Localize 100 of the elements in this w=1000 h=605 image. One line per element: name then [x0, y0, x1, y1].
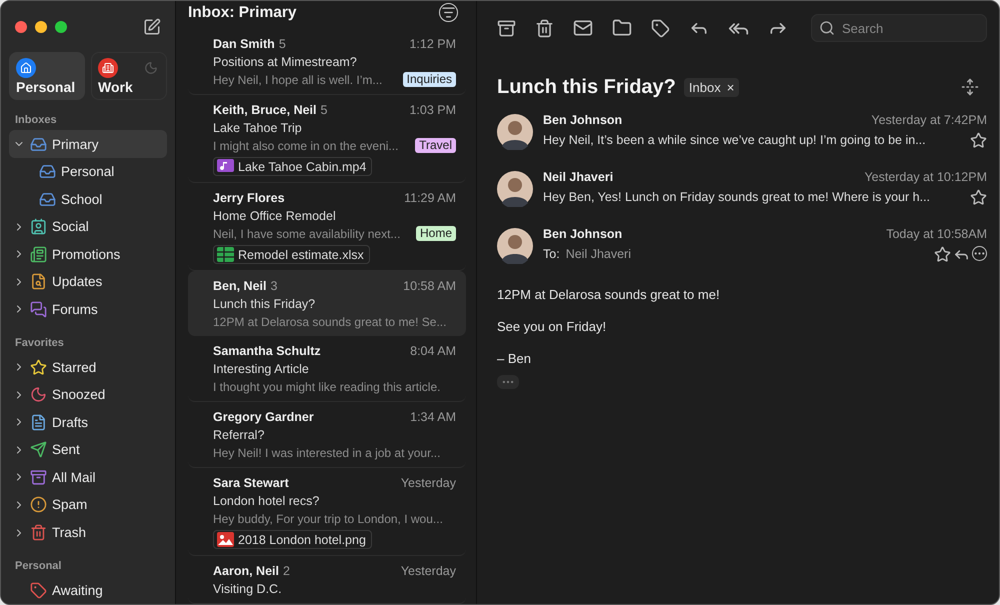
mail-row[interactable]: Dan Smith 5 1:12 PM Positions at Mimestream? Hey Neil, I hope all is well. I’m... Inquiries: [188, 29, 466, 95]
show-quoted-button[interactable]: [497, 375, 519, 389]
close-button[interactable]: [15, 20, 27, 33]
video-file-icon: [217, 159, 234, 174]
account-tab[interactable]: Work: [91, 52, 167, 100]
mail-subject: Lake Tahoe Trip: [213, 120, 302, 134]
section-heading: Personal: [14, 559, 62, 574]
sidebar-item[interactable]: Social: [9, 212, 167, 241]
mail-time: 11:29 AM: [404, 190, 456, 204]
house-icon: [16, 58, 36, 78]
mail-row[interactable]: Sara Stewart Yesterday London hotel recs? Hey buddy, For your trip to London, I wou... 2018 London hotel.png: [188, 468, 466, 556]
star-icon[interactable]: [934, 246, 951, 262]
mail-time: 1:12 PM: [409, 36, 456, 50]
filter-icon[interactable]: [439, 3, 458, 22]
to-label: To:: [543, 247, 560, 261]
mail-preview: I might also come in on the eveni...: [213, 138, 398, 152]
mail-preview: Neil, I have some availability next...: [213, 226, 400, 240]
mail-subject: Positions at Mimestream?: [213, 54, 357, 68]
sidebar-item[interactable]: Awaiting: [9, 576, 167, 604]
remove-label-button[interactable]: ×: [726, 80, 734, 94]
message-time: Yesterday at 10:12PM: [864, 170, 987, 184]
sender-name: Dan Smith 5: [213, 36, 286, 50]
zoom-button[interactable]: [55, 20, 67, 33]
folder-icon[interactable]: [612, 18, 632, 38]
mail-time: 1:34 AM: [410, 410, 456, 424]
label-chip: Inbox ×: [684, 78, 740, 96]
sidebar-item[interactable]: Snoozed: [9, 380, 167, 408]
message-preview: Hey Neil, It’s been a while since we’ve caught up! I’m going to be in...: [543, 133, 926, 147]
section-heading: Favorites: [14, 336, 65, 352]
sender-name: Ben Johnson: [543, 113, 622, 127]
sender-name: Samantha Schultz: [213, 344, 321, 358]
mail-row[interactable]: Ben, Neil 3 10:58 AM Lunch this Friday? 12PM at Delarosa sounds great to me! Se...: [188, 271, 466, 336]
sidebar-item[interactable]: Spam: [9, 491, 167, 519]
mail-tag: Travel: [415, 138, 456, 153]
mail-row[interactable]: Keith, Bruce, Neil 5 1:03 PM Lake Tahoe Trip I might also come in on the eveni... Travel Lake Tahoe Cabin.mp4: [188, 95, 466, 183]
mail-tag: Inquiries: [402, 72, 456, 87]
star-icon[interactable]: [970, 132, 987, 148]
sidebar-item[interactable]: Personal: [9, 158, 167, 186]
mail-time: Yesterday: [400, 476, 456, 490]
sidebar-item[interactable]: All Mail: [9, 464, 167, 492]
mail-time: Yesterday: [400, 564, 456, 578]
sidebar-item[interactable]: Updates: [9, 268, 167, 296]
attachment-chip[interactable]: Remodel estimate.xlsx: [213, 245, 370, 264]
mail-subject: Interesting Article: [213, 362, 309, 376]
message-text: – Ben: [497, 351, 532, 367]
minimize-button[interactable]: [35, 20, 47, 33]
sender-name: Gregory Gardner: [213, 410, 314, 424]
sidebar-item[interactable]: Sent: [9, 436, 167, 464]
message-time: Today at 10:58AM: [886, 227, 987, 241]
sidebar-item[interactable]: Starred: [9, 353, 167, 381]
mail-preview: Hey Neil, I hope all is well. I’m...: [213, 72, 382, 86]
sidebar-item[interactable]: Forums: [9, 296, 167, 324]
star-icon[interactable]: [970, 188, 987, 206]
building-icon: [98, 58, 118, 78]
avatar: [497, 114, 533, 150]
mail-subject: Visiting D.C.: [213, 582, 282, 596]
message-text: 12PM at Delarosa sounds great to me!: [497, 287, 721, 303]
mail-time: 1:03 PM: [409, 102, 456, 116]
attachment-chip[interactable]: Lake Tahoe Cabin.mp4: [213, 157, 372, 176]
account-tab[interactable]: Personal: [9, 52, 85, 100]
mail-tag: Home: [416, 226, 456, 241]
mail-row[interactable]: Aaron, Neil 2 Yesterday Visiting D.C.: [188, 556, 466, 604]
sender-name: Neil Jhaveri: [543, 170, 614, 184]
tag-icon[interactable]: [651, 18, 670, 38]
spreadsheet-icon: [217, 247, 234, 262]
sender-name: Ben, Neil 3: [213, 278, 278, 292]
sidebar-item[interactable]: Drafts: [9, 408, 167, 436]
message-preview: Hey Ben, Yes! Lunch on Friday sounds great to me! Where is your h...: [543, 190, 930, 204]
avatar: [497, 171, 533, 207]
mail-time: 8:04 AM: [410, 344, 456, 358]
mail-row[interactable]: Gregory Gardner 1:34 AM Referral? Hey Neil! I was interested in a job at your...: [188, 402, 466, 468]
email-subject: Lunch this Friday?: [497, 76, 676, 98]
sidebar-item[interactable]: School: [9, 185, 167, 213]
sender-name: Sara Stewart: [213, 476, 289, 490]
sender-name: Ben Johnson: [543, 227, 622, 241]
mail-subject: Lunch this Friday?: [213, 296, 316, 310]
section-heading: Inboxes: [14, 113, 58, 128]
sidebar-item[interactable]: Primary: [9, 130, 167, 158]
archive-icon[interactable]: [497, 18, 516, 38]
avatar: [497, 228, 533, 264]
message-text: See you on Friday!: [497, 319, 608, 335]
image-file-icon: [217, 532, 234, 547]
sender-name: Jerry Flores: [213, 190, 285, 204]
sidebar-item[interactable]: Promotions: [9, 240, 167, 268]
envelope-icon[interactable]: [573, 18, 593, 38]
mail-preview: Hey Neil! I was interested in a job at your...: [213, 446, 440, 460]
sidebar-item[interactable]: Trash: [9, 518, 167, 546]
attachment-chip[interactable]: 2018 London hotel.png: [213, 530, 372, 549]
trash-icon[interactable]: [535, 18, 554, 38]
mail-subject: Referral?: [213, 428, 264, 442]
expand-icon[interactable]: [961, 78, 979, 96]
list-title: Inbox: Primary: [188, 4, 297, 22]
moon-icon: [144, 61, 158, 76]
more-icon[interactable]: [972, 246, 987, 260]
search-field[interactable]: Search: [811, 14, 987, 42]
mail-preview: I thought you might like reading this article.: [213, 380, 440, 394]
mail-time: 10:58 AM: [403, 278, 456, 292]
mail-preview: 12PM at Delarosa sounds great to me! Se...: [213, 314, 446, 328]
mail-row[interactable]: Samantha Schultz 8:04 AM Interesting Article I thought you might like reading this article.: [188, 336, 466, 402]
compose-icon[interactable]: [143, 18, 161, 36]
